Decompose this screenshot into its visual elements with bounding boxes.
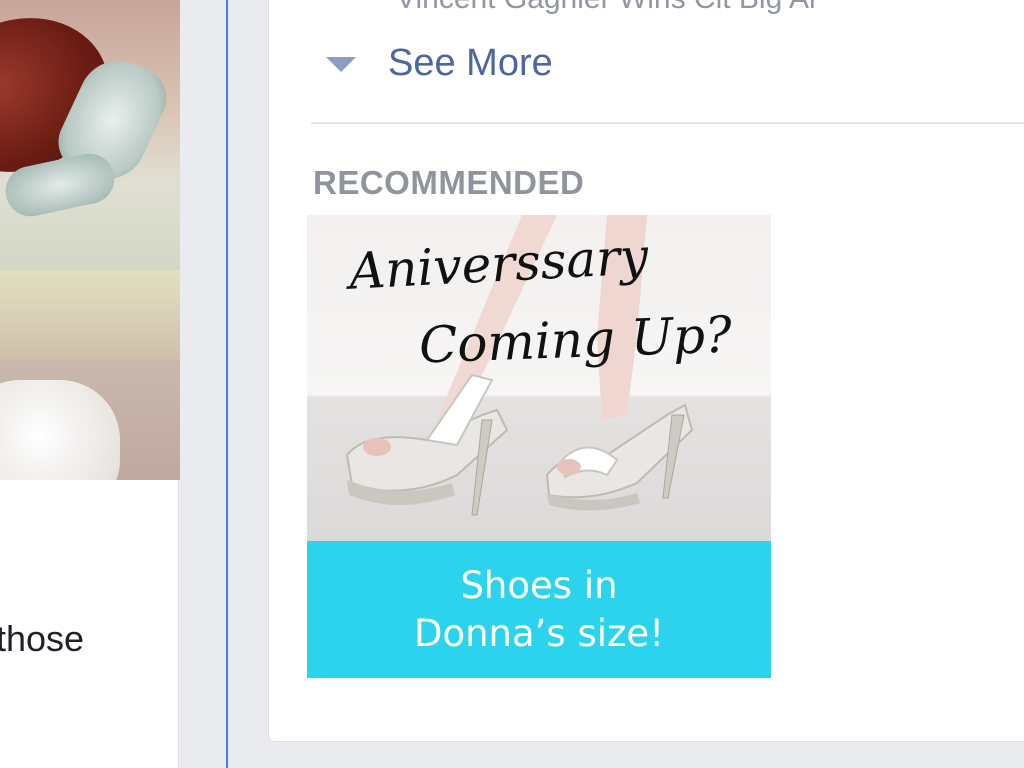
photo-background	[0, 270, 180, 360]
ad-banner: Shoes in Donna’s size!	[307, 541, 771, 678]
column-divider	[226, 0, 228, 768]
ad-banner-line-1: Shoes in	[460, 563, 618, 607]
feed-post-photo[interactable]	[0, 0, 180, 480]
feed-post-card: those	[0, 0, 180, 768]
jersey	[0, 380, 120, 480]
page: those Vincent Gagnier Wins Cit Big Ai Se…	[0, 0, 1024, 768]
ad-banner-line-2: Donna’s size!	[413, 611, 665, 655]
ad-headline-line-2: Coming Up?	[418, 305, 733, 375]
ad-image: Aniverssary Coming Up?	[307, 215, 771, 541]
caret-down-icon	[326, 56, 356, 72]
see-more-label: See More	[388, 41, 553, 84]
feed-post-text: those	[0, 618, 85, 659]
recommended-ad[interactable]: Aniverssary Coming Up? Shoes in Donna’s …	[307, 215, 771, 678]
see-more-button[interactable]: See More	[326, 40, 553, 86]
section-divider	[311, 122, 1024, 124]
recommended-heading: RECOMMENDED	[313, 164, 585, 201]
trending-item-cut-off[interactable]: Vincent Gagnier Wins Cit Big Ai	[396, 0, 816, 16]
